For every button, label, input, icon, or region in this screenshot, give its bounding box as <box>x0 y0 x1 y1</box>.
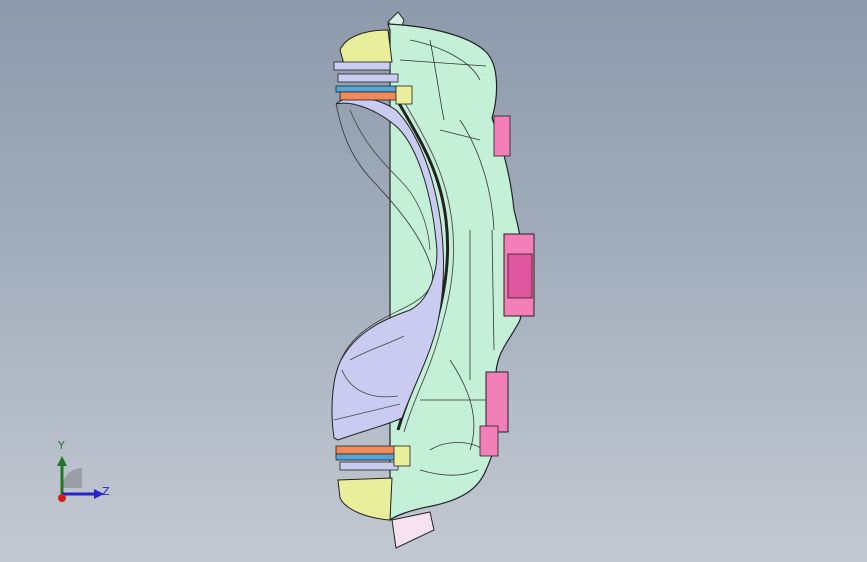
axis-z-label: Z <box>102 485 110 498</box>
bottom-clamp <box>335 445 411 471</box>
bracket-middle <box>503 233 535 317</box>
graphics-viewport[interactable]: Y Z <box>0 0 867 562</box>
triad-axes-icon <box>57 456 104 502</box>
bottom-end-cap <box>337 477 393 521</box>
axis-y-label: Y <box>58 439 65 452</box>
bottom-mount-tab <box>391 511 435 549</box>
bracket-upper <box>493 115 511 157</box>
3d-model-tank-section[interactable] <box>0 0 867 562</box>
coordinate-triad: Y Z <box>40 436 120 516</box>
top-end-cap <box>339 29 393 65</box>
